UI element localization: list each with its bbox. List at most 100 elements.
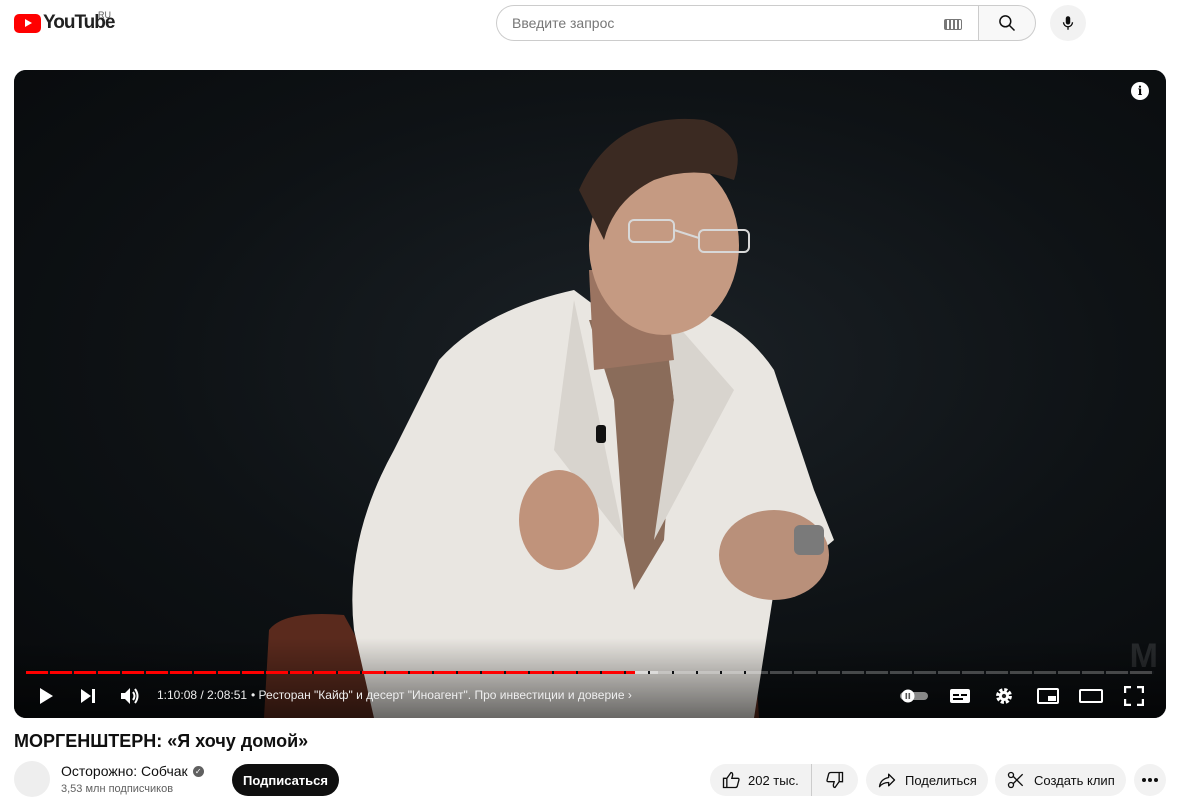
autoplay-toggle-icon [900, 689, 928, 703]
chapter-title[interactable]: • Ресторан "Кайф" и десерт "Иноагент". П… [251, 688, 632, 702]
chapter-marker [384, 671, 386, 674]
autoplay-toggle[interactable] [898, 684, 930, 708]
progress-buffer [635, 671, 658, 674]
chapter-marker [720, 671, 722, 674]
chapter-marker [1080, 671, 1082, 674]
channel-link[interactable]: Осторожно: Собчак ✓ [61, 763, 204, 779]
voice-search-button[interactable] [1050, 5, 1086, 41]
video-frame-figure [264, 118, 834, 718]
subtitles-button[interactable] [948, 684, 972, 708]
progress-played [26, 671, 636, 674]
more-actions-button[interactable] [1134, 764, 1166, 796]
chapter-marker [288, 671, 290, 674]
fullscreen-icon [1124, 686, 1144, 706]
chapter-marker [1056, 671, 1058, 674]
chapter-marker [960, 671, 962, 674]
chapter-marker [672, 671, 674, 674]
chapter-marker [504, 671, 506, 674]
chapter-marker [1032, 671, 1034, 674]
like-dislike-group: 202 тыс. [710, 764, 858, 796]
chapter-marker [1104, 671, 1106, 674]
thumbs-down-icon [826, 771, 844, 789]
thumbs-up-icon [722, 771, 740, 789]
chapter-marker [144, 671, 146, 674]
info-button[interactable]: i [1131, 82, 1149, 100]
chapter-marker [744, 671, 746, 674]
chapter-marker [1128, 671, 1130, 674]
chapter-marker [192, 671, 194, 674]
chapter-marker [480, 671, 482, 674]
subscribe-button[interactable]: Подписаться [232, 764, 339, 796]
chapter-marker [456, 671, 458, 674]
chapter-marker [864, 671, 866, 674]
video-player[interactable]: i M 1:10:08 / 2:08:51 • Ресторан "Кайф" … [14, 70, 1166, 718]
chapter-marker [912, 671, 914, 674]
chapter-marker [792, 671, 794, 674]
scissors-icon [1007, 771, 1024, 789]
mic-icon [1062, 16, 1074, 30]
chapter-marker [1008, 671, 1010, 674]
chapter-marker [264, 671, 266, 674]
chapter-marker [576, 671, 578, 674]
chapter-marker [696, 671, 698, 674]
miniplayer-button[interactable] [1036, 684, 1060, 708]
share-button[interactable]: Поделиться [866, 764, 988, 796]
search-button[interactable] [978, 5, 1036, 41]
like-count: 202 тыс. [748, 772, 799, 788]
volume-button[interactable] [118, 684, 142, 708]
progress-bar[interactable] [26, 671, 1154, 674]
chapter-marker [840, 671, 842, 674]
play-button[interactable] [34, 684, 58, 708]
next-icon [81, 689, 95, 703]
chapter-marker [984, 671, 986, 674]
subtitles-icon [950, 689, 970, 703]
chevron-right-icon: › [627, 688, 632, 702]
share-label: Поделиться [905, 772, 977, 788]
chapter-marker [648, 671, 650, 674]
chapter-marker [528, 671, 530, 674]
keyboard-icon[interactable] [944, 19, 962, 30]
youtube-play-logo-icon [14, 13, 41, 33]
play-icon [40, 688, 53, 704]
chapter-marker [816, 671, 818, 674]
chapter-marker [552, 671, 554, 674]
chapter-marker [48, 671, 50, 674]
chapter-marker [72, 671, 74, 674]
verified-icon: ✓ [192, 765, 204, 777]
search-icon [999, 15, 1016, 32]
channel-avatar[interactable] [14, 761, 50, 797]
search-input[interactable] [512, 15, 932, 31]
chapter-marker [768, 671, 770, 674]
clip-label: Создать клип [1034, 772, 1115, 788]
chapter-marker [1152, 671, 1154, 674]
top-bar: YouTube RU [0, 0, 1183, 48]
share-icon [878, 773, 896, 788]
video-frame[interactable] [14, 70, 1166, 718]
theater-icon [1079, 689, 1103, 703]
create-clip-button[interactable]: Создать клип [995, 764, 1126, 796]
more-horizontal-icon [1142, 778, 1158, 782]
search-box [496, 5, 978, 41]
chapter-marker [336, 671, 338, 674]
theater-mode-button[interactable] [1078, 684, 1104, 708]
channel-name: Осторожно: Собчак [61, 763, 188, 779]
chapter-marker [600, 671, 602, 674]
settings-button[interactable] [992, 684, 1016, 708]
chapter-marker [168, 671, 170, 674]
like-button[interactable]: 202 тыс. [710, 764, 812, 796]
chapter-marker [96, 671, 98, 674]
fullscreen-button[interactable] [1122, 684, 1146, 708]
chapter-label: Ресторан "Кайф" и десерт "Иноагент". Про… [258, 688, 625, 702]
video-title: МОРГЕНШТЕРН: «Я хочу домой» [14, 731, 309, 751]
next-button[interactable] [76, 684, 100, 708]
chapter-marker [216, 671, 218, 674]
settings-icon [996, 688, 1012, 704]
time-display: 1:10:08 / 2:08:51 [157, 688, 248, 702]
chapter-marker [936, 671, 938, 674]
subscriber-count: 3,53 млн подписчиков [61, 783, 174, 795]
chapter-marker [408, 671, 410, 674]
chapter-marker [240, 671, 242, 674]
dislike-button[interactable] [812, 764, 858, 796]
region-badge: RU [98, 10, 111, 20]
chapter-marker [624, 671, 626, 674]
